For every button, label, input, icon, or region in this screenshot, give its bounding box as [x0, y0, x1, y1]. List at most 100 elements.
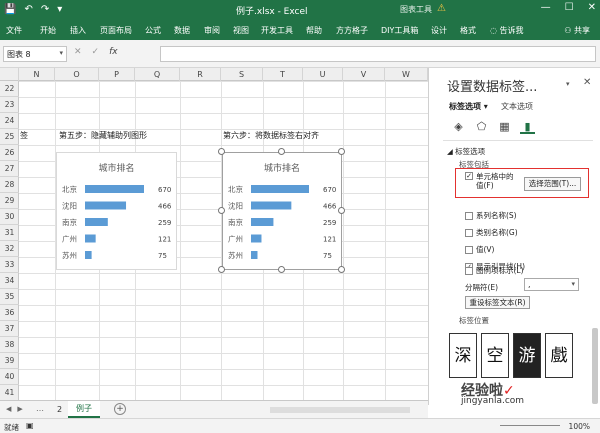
data-label[interactable]: 121	[158, 236, 171, 244]
prev-sheet-icon[interactable]: ◀	[6, 405, 11, 413]
resize-handle[interactable]	[338, 266, 345, 273]
resize-handle[interactable]	[278, 266, 285, 273]
minimize-button[interactable]: —	[541, 2, 551, 13]
separator-dropdown[interactable]: , ▾	[524, 278, 579, 291]
row-header[interactable]: 37	[0, 321, 19, 337]
column-header[interactable]: N	[19, 68, 55, 81]
cancel-icon[interactable]: ✕	[74, 47, 82, 57]
tab-home[interactable]: 开始	[40, 25, 56, 36]
column-header[interactable]: W	[385, 68, 428, 81]
save-icon[interactable]: 💾	[4, 3, 16, 17]
column-header[interactable]: V	[343, 68, 385, 81]
checkbox-category-name[interactable]	[465, 228, 473, 237]
bar[interactable]	[251, 251, 258, 259]
data-label[interactable]: 466	[323, 203, 337, 211]
row-header[interactable]: 28	[0, 177, 19, 193]
option-legend-key[interactable]: 图例项标示(L)	[465, 265, 524, 276]
data-label[interactable]: 75	[158, 252, 167, 260]
tab-formulas[interactable]: 公式	[145, 25, 161, 36]
row-header[interactable]: 32	[0, 241, 19, 257]
column-header[interactable]: T	[263, 68, 303, 81]
formula-input[interactable]	[160, 46, 596, 62]
horizontal-scrollbar[interactable]	[270, 407, 410, 413]
row-header[interactable]: 22	[0, 81, 19, 97]
zoom-level[interactable]: 100%	[569, 422, 590, 431]
checkbox-series-name[interactable]	[465, 211, 473, 220]
bar[interactable]	[85, 218, 108, 226]
data-label[interactable]: 259	[158, 219, 171, 227]
reset-label-text-button[interactable]: 重设标签文本(R)	[465, 296, 530, 309]
data-label[interactable]: 75	[323, 252, 332, 260]
row-header[interactable]: 40	[0, 369, 19, 385]
tab-design[interactable]: 设计	[431, 25, 447, 36]
column-header[interactable]: Q	[135, 68, 180, 81]
row-header[interactable]: 38	[0, 337, 19, 353]
add-sheet-button[interactable]: +	[114, 403, 126, 415]
row-header[interactable]: 41	[0, 385, 19, 400]
bar[interactable]	[85, 201, 127, 210]
bar[interactable]	[85, 251, 92, 259]
close-icon[interactable]: ✕	[583, 77, 591, 88]
effects-icon[interactable]: ⬠	[474, 119, 489, 134]
select-range-button[interactable]: 选择范围(T)...	[524, 177, 581, 191]
size-properties-icon[interactable]: ▦	[497, 119, 512, 134]
option-value-from-cells[interactable]: ✓ 单元格中的 值(F)	[465, 172, 514, 190]
bar[interactable]	[251, 234, 262, 243]
insert-function-icon[interactable]: fx	[109, 47, 118, 57]
row-header[interactable]: 36	[0, 305, 19, 321]
sheet-tab-active[interactable]: 例子	[68, 401, 100, 418]
customize-qat-icon[interactable]: ▾	[57, 3, 62, 17]
data-label[interactable]: 670	[158, 186, 171, 194]
maximize-button[interactable]: ☐	[565, 2, 574, 13]
row-header[interactable]: 25	[0, 129, 19, 145]
bar[interactable]	[85, 234, 96, 243]
accessibility-icon[interactable]: ▣	[26, 421, 34, 430]
resize-handle[interactable]	[218, 266, 225, 273]
column-header[interactable]: O	[55, 68, 99, 81]
row-header[interactable]: 35	[0, 289, 19, 305]
share-button[interactable]: ⚇ 共享	[564, 25, 590, 36]
tab-label-options[interactable]: 标签选项 ▾	[449, 101, 488, 112]
resize-handle[interactable]	[218, 148, 225, 155]
data-label[interactable]: 121	[323, 236, 336, 244]
row-header[interactable]: 30	[0, 209, 19, 225]
resize-handle[interactable]	[338, 207, 345, 214]
tab-review[interactable]: 审阅	[204, 25, 220, 36]
row-header[interactable]: 33	[0, 257, 19, 273]
tab-view[interactable]: 视图	[233, 25, 249, 36]
option-category-name[interactable]: 类别名称(G)	[465, 227, 518, 238]
label-options-icon[interactable]: ▮	[520, 119, 535, 134]
column-header[interactable]: U	[303, 68, 343, 81]
more-sheets-icon[interactable]: …	[36, 404, 44, 413]
chevron-down-icon[interactable]: ▾	[59, 49, 63, 57]
name-box[interactable]: 图表 8 ▾	[3, 46, 67, 62]
tab-developer[interactable]: 开发工具	[261, 25, 293, 36]
row-header[interactable]: 27	[0, 161, 19, 177]
bar[interactable]	[251, 185, 309, 193]
confirm-icon[interactable]: ✓	[92, 47, 100, 57]
sheet-tab-2[interactable]: 2	[52, 403, 67, 417]
resize-handle[interactable]	[218, 207, 225, 214]
fill-line-icon[interactable]: ◈	[451, 119, 466, 134]
data-label[interactable]: 259	[323, 219, 336, 227]
tab-text-options[interactable]: 文本选项	[501, 101, 533, 112]
resize-handle[interactable]	[338, 148, 345, 155]
row-header[interactable]: 24	[0, 113, 19, 129]
worksheet-grid[interactable]: N O P Q R S T U V W 22 23 24 25 26 27 28 29 30 31…	[0, 68, 428, 400]
undo-icon[interactable]: ↶	[24, 3, 32, 17]
tab-format[interactable]: 格式	[460, 25, 476, 36]
row-header[interactable]: 39	[0, 353, 19, 369]
tab-diy-toolbox[interactable]: DIY工具箱	[381, 25, 418, 36]
column-header[interactable]: S	[221, 68, 263, 81]
tell-me-search[interactable]: ◌ 告诉我	[490, 25, 524, 36]
checkbox-value-from-cells[interactable]: ✓	[465, 172, 473, 180]
column-header[interactable]: P	[99, 68, 135, 81]
redo-icon[interactable]: ↷	[41, 3, 49, 17]
chevron-down-icon[interactable]: ▾	[566, 80, 570, 88]
row-header[interactable]: 34	[0, 273, 19, 289]
select-all-corner[interactable]	[0, 68, 19, 81]
chart-city-ranking-1[interactable]: 城市排名 北京 670 沈阳 466 南京 259 广州 121 苏州 75	[56, 152, 177, 270]
close-button[interactable]: ✕	[588, 2, 596, 13]
chart-city-ranking-2[interactable]: 城市排名 北京 670 沈阳 466 南京 259 广州 121 苏州 75	[222, 152, 342, 270]
tab-data[interactable]: 数据	[174, 25, 190, 36]
